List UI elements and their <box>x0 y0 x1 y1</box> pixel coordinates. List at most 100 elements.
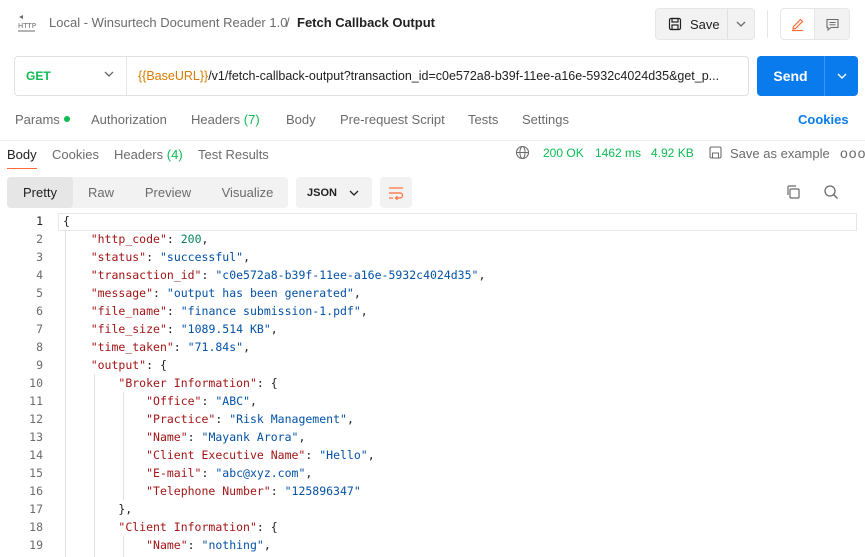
comments-button[interactable] <box>815 9 849 39</box>
tab-tests[interactable]: Tests <box>468 112 498 127</box>
save-example-icon <box>709 146 722 159</box>
line-number: 11 <box>29 394 43 408</box>
more-options-icon[interactable]: ooo <box>840 145 865 161</box>
json-value: c0e572a8-b39f-11ee-a16e-5932c4024d35 <box>222 268 472 282</box>
send-button[interactable]: Send <box>757 56 825 96</box>
format-select[interactable]: JSON <box>296 177 372 208</box>
save-options-button[interactable] <box>728 9 754 39</box>
line-number: 9 <box>36 358 43 372</box>
breadcrumb-separator: / <box>286 15 290 30</box>
line-number: 16 <box>29 484 43 498</box>
code-text: "message": "output has been generated", <box>90 286 361 300</box>
send-options-button[interactable] <box>825 56 858 96</box>
code-text: "output": { <box>90 358 167 372</box>
tab-settings[interactable]: Settings <box>522 112 569 127</box>
code-line: 3 "status": "successful", <box>0 248 865 266</box>
view-raw-button[interactable]: Raw <box>73 177 129 208</box>
cookies-link[interactable]: Cookies <box>798 112 849 127</box>
send-button-group: Send <box>757 56 858 96</box>
code-line: 2 "http_code": 200, <box>0 230 865 248</box>
tab-headers[interactable]: Headers (7) <box>191 112 260 127</box>
line-number: 18 <box>29 520 43 534</box>
code-line: 18 "Client Information": { <box>0 518 865 536</box>
code-text: "Broker Information": { <box>118 376 278 390</box>
line-number: 14 <box>29 448 43 462</box>
tab-response-body[interactable]: Body <box>7 147 37 169</box>
header-bar: HTTP Local - Winsurtech Document Reader … <box>0 0 865 48</box>
code-line: 19 "Name": "nothing", <box>0 536 865 554</box>
code-text: "Practice": "Risk Management", <box>146 412 354 426</box>
view-preview-button[interactable]: Preview <box>129 177 207 208</box>
line-number: 13 <box>29 430 43 444</box>
line-number: 6 <box>36 304 43 318</box>
code-line: 11 "Office": "ABC", <box>0 392 865 410</box>
response-body-editor[interactable]: 1 { 2 "http_code": 200, 3 "status": "suc… <box>0 212 865 557</box>
save-button[interactable]: Save <box>656 9 728 39</box>
code-text: { <box>63 214 70 228</box>
tab-test-results[interactable]: Test Results <box>198 147 269 162</box>
json-value: nothing <box>208 538 257 552</box>
breadcrumb-collection[interactable]: Local - Winsurtech Document Reader 1.0 <box>49 15 287 30</box>
http-request-icon: HTTP <box>18 15 36 32</box>
tab-params-label: Params <box>15 112 60 127</box>
pencil-icon <box>792 18 804 31</box>
code-line: 10 "Broker Information": { <box>0 374 865 392</box>
wrap-lines-icon <box>389 186 404 200</box>
tab-prerequest-script[interactable]: Pre-request Script <box>340 112 445 127</box>
copy-icon[interactable] <box>785 184 801 200</box>
response-time[interactable]: 1462 ms <box>595 146 641 160</box>
view-pretty-button[interactable]: Pretty <box>7 177 73 208</box>
tab-response-cookies[interactable]: Cookies <box>52 147 99 162</box>
response-size[interactable]: 4.92 KB <box>651 146 694 160</box>
json-value: abc@xyz.com <box>222 466 299 480</box>
chevron-down-icon <box>104 71 114 77</box>
json-value: ABC <box>222 394 244 408</box>
tab-authorization[interactable]: Authorization <box>91 112 167 127</box>
globe-icon[interactable] <box>515 145 530 160</box>
json-value: output has been generated <box>173 286 347 300</box>
line-number: 17 <box>29 502 43 516</box>
save-label: Save <box>690 16 720 32</box>
code-text: "http_code": 200, <box>90 232 209 246</box>
tab-body[interactable]: Body <box>286 112 316 127</box>
tab-response-headers-label: Headers <box>114 147 164 162</box>
code-text: "file_size": "1089.514 KB", <box>90 322 278 336</box>
line-number: 8 <box>36 340 43 354</box>
url-input[interactable]: {{BaseURL}}/v1/fetch-callback-output?tra… <box>127 69 745 83</box>
code-line: 14 "Client Executive Name": "Hello", <box>0 446 865 464</box>
edit-button[interactable] <box>781 9 815 39</box>
comment-icon <box>825 18 839 31</box>
chevron-down-icon <box>349 190 359 196</box>
search-icon[interactable] <box>823 184 839 200</box>
url-variable: {{BaseURL}} <box>138 69 209 83</box>
chevron-down-icon <box>736 21 746 27</box>
method-select[interactable]: GET <box>15 57 127 95</box>
json-value: 71.84s <box>194 340 237 354</box>
code-text: "Client Executive Name": "Hello", <box>146 448 375 462</box>
code-text: "status": "successful", <box>90 250 251 264</box>
url-bar: GET {{BaseURL}}/v1/fetch-callback-output… <box>14 56 749 96</box>
line-number: 19 <box>29 538 43 552</box>
url-path: /v1/fetch-callback-output?transaction_id… <box>208 69 720 83</box>
code-line: 8 "time_taken": "71.84s", <box>0 338 865 356</box>
wrap-lines-button[interactable] <box>380 177 412 208</box>
json-value: finance submission-1.pdf <box>187 304 354 318</box>
code-line: 13 "Name": "Mayank Arora", <box>0 428 865 446</box>
code-text: "Telephone Number": "125896347" <box>146 484 361 498</box>
status-badge[interactable]: 200 OK <box>543 146 584 160</box>
format-label: JSON <box>307 186 337 199</box>
tab-response-headers[interactable]: Headers (4) <box>114 147 183 162</box>
save-as-example-button[interactable]: Save as example <box>730 146 830 161</box>
line-number: 10 <box>29 376 43 390</box>
code-line: 16 "Telephone Number": "125896347" <box>0 482 865 500</box>
headers-count: (7) <box>243 112 260 127</box>
tab-params[interactable]: Params <box>15 112 70 127</box>
code-text: "Client Information": { <box>118 520 278 534</box>
page-title[interactable]: Fetch Callback Output <box>297 15 435 30</box>
line-number: 4 <box>36 268 43 282</box>
code-line: 9 "output": { <box>0 356 865 374</box>
view-visualize-button[interactable]: Visualize <box>207 177 288 208</box>
line-number: 15 <box>29 466 43 480</box>
code-text: "time_taken": "71.84s", <box>90 340 251 354</box>
divider <box>767 10 768 38</box>
